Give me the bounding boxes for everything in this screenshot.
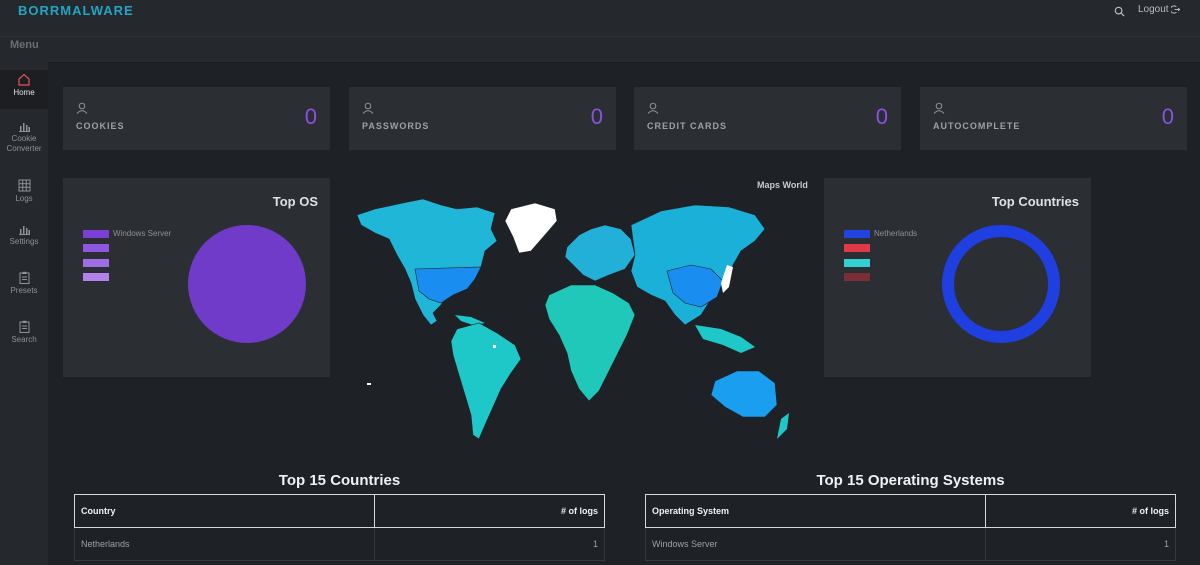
- pie-slice-windows-server[interactable]: [188, 225, 306, 343]
- table-header-row: Country # of logs: [74, 494, 605, 528]
- table-header-row: Operating System # of logs: [645, 494, 1176, 528]
- map-region-greenland[interactable]: [504, 202, 558, 254]
- map-region-island[interactable]: [367, 383, 371, 385]
- sidebar-item-label: Home: [13, 88, 35, 97]
- column-header[interactable]: # of logs: [374, 494, 605, 528]
- table-cell: Netherlands: [74, 527, 375, 561]
- sidebar-item-label: Presets: [10, 286, 38, 295]
- top-os-table-title: Top 15 Operating Systems: [816, 472, 1005, 489]
- legend-swatch: [844, 273, 870, 281]
- table-cell: 1: [985, 527, 1176, 561]
- column-header[interactable]: # of logs: [985, 494, 1176, 528]
- table-cell: Windows Server: [645, 527, 986, 561]
- map-region-asia[interactable]: [630, 204, 766, 326]
- top-countries-panel: Top Countries Netherlands: [824, 178, 1091, 377]
- stat-card-credit-cards[interactable]: CREDIT CARDS 0: [634, 87, 901, 150]
- top-bar: BORRMALWARE Logout: [0, 0, 1200, 37]
- legend-swatch: [83, 244, 109, 252]
- legend-item[interactable]: Windows Server: [83, 229, 171, 238]
- map-region-australia[interactable]: [710, 370, 778, 418]
- legend-swatch: [83, 273, 109, 281]
- panel-title: Top OS: [272, 194, 318, 209]
- legend-item[interactable]: [844, 244, 874, 252]
- user-icon: [362, 102, 374, 114]
- legend-swatch: [83, 259, 109, 267]
- sidebar-item-settings[interactable]: Settings: [0, 224, 48, 247]
- donut-slice-netherlands[interactable]: [942, 225, 1060, 343]
- sidebar-item-search[interactable]: Search: [0, 320, 48, 345]
- top-countries-table-title: Top 15 Countries: [278, 472, 401, 489]
- stat-card-cookies[interactable]: COOKIES 0: [63, 87, 330, 150]
- stat-label: CREDIT CARDS: [647, 121, 728, 131]
- legend-item[interactable]: Netherlands: [844, 229, 917, 238]
- table-row[interactable]: Netherlands 1: [74, 527, 605, 561]
- stat-label: PASSWORDS: [362, 121, 430, 131]
- top-os-pie-chart: [188, 225, 306, 343]
- legend-label: Netherlands: [874, 229, 918, 238]
- column-header[interactable]: Country: [74, 494, 375, 528]
- stat-value: 0: [875, 104, 888, 129]
- logout-icon: [1170, 5, 1180, 14]
- sidebar-item-cookie-converter[interactable]: Cookie Converter: [0, 121, 48, 154]
- user-icon: [933, 102, 945, 114]
- legend-item[interactable]: [83, 259, 113, 267]
- legend-item[interactable]: [844, 273, 874, 281]
- menu-title: Menu: [10, 39, 39, 51]
- search-icon[interactable]: [1114, 4, 1128, 18]
- clipboard-icon: [19, 320, 29, 333]
- stat-value: 0: [1161, 104, 1174, 129]
- logout-button[interactable]: Logout: [1138, 4, 1180, 15]
- stat-card-passwords[interactable]: PASSWORDS 0: [349, 87, 616, 150]
- sidebar-item-label: Logs: [15, 194, 33, 203]
- user-icon: [647, 102, 659, 114]
- table-row[interactable]: Windows Server 1: [645, 527, 1176, 561]
- legend-item[interactable]: [83, 244, 113, 252]
- legend-label: Windows Server: [113, 229, 172, 238]
- map-region-southeast-asia[interactable]: [695, 325, 755, 353]
- map-region-africa[interactable]: [544, 284, 636, 402]
- sidebar-item-label: Settings: [9, 237, 39, 246]
- sidebar-item-label: Search: [11, 335, 37, 344]
- bar-chart-icon: [18, 123, 30, 132]
- legend-swatch: [844, 244, 870, 252]
- stat-value: 0: [590, 104, 603, 129]
- world-map[interactable]: [345, 195, 815, 445]
- table-cell: 1: [374, 527, 605, 561]
- stat-card-autocomplete[interactable]: AUTOCOMPLETE 0: [920, 87, 1187, 150]
- legend-swatch: [83, 229, 109, 238]
- column-header[interactable]: Operating System: [645, 494, 986, 528]
- legend-swatch: [844, 229, 870, 238]
- stat-label: AUTOCOMPLETE: [933, 121, 1021, 131]
- stat-value: 0: [304, 104, 317, 129]
- map-title: Maps World: [757, 180, 808, 190]
- sidebar: Menu Home Cookie Converter Logs Settings…: [0, 37, 48, 565]
- brand-logo[interactable]: BORRMALWARE: [18, 3, 134, 18]
- user-icon: [76, 102, 88, 114]
- logout-label: Logout: [1138, 4, 1169, 15]
- sidebar-item-presets[interactable]: Presets: [0, 271, 48, 296]
- legend-swatch: [844, 259, 870, 267]
- stat-label: COOKIES: [76, 121, 125, 131]
- panel-title: Top Countries: [991, 194, 1079, 209]
- top-countries-table: Country # of logs Netherlands 1: [74, 494, 605, 561]
- sub-header: [48, 37, 1200, 63]
- top-os-table: Operating System # of logs Windows Serve…: [645, 494, 1176, 561]
- home-icon: [18, 73, 30, 86]
- map-region-new-zealand[interactable]: [777, 413, 789, 439]
- map-region-europe[interactable]: [564, 224, 636, 282]
- sidebar-item-label: Cookie Converter: [6, 134, 42, 153]
- top-os-panel: Top OS Windows Server: [63, 178, 330, 377]
- clipboard-icon: [19, 271, 29, 284]
- map-region-south-america[interactable]: [450, 322, 522, 440]
- sidebar-item-logs[interactable]: Logs: [0, 179, 48, 204]
- legend-item[interactable]: [83, 273, 113, 281]
- bar-chart-icon: [18, 226, 30, 235]
- map-region-north-america[interactable]: [356, 198, 498, 326]
- legend-item[interactable]: [844, 259, 874, 267]
- sidebar-item-home[interactable]: Home: [0, 70, 48, 109]
- top-countries-donut-chart: [942, 225, 1060, 343]
- map-region-island[interactable]: [493, 345, 496, 348]
- grid-icon: [18, 179, 30, 192]
